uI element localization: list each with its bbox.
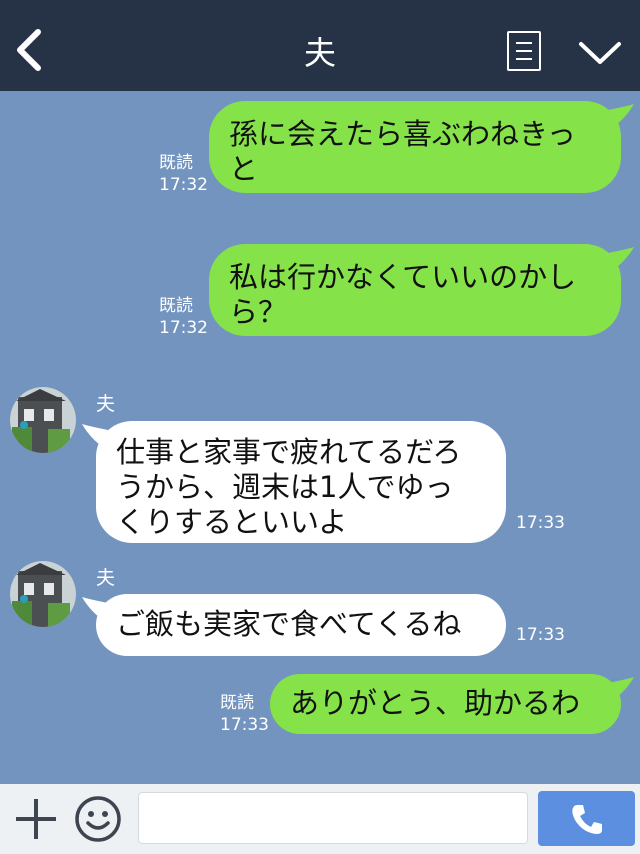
notes-icon[interactable] [507, 31, 541, 71]
message-bubble-sent: 私は行かなくていいのかし ら？ [209, 244, 621, 336]
avatar[interactable] [10, 387, 76, 453]
bubble-tail [82, 424, 108, 448]
bubble-tail [608, 104, 634, 128]
plus-icon[interactable] [14, 797, 58, 841]
read-receipt: 既読 [159, 153, 193, 173]
bubble-tail [82, 597, 108, 621]
message-time: 17:32 [159, 318, 208, 338]
message-text: 孫に会えたら喜ぶわねきっ [229, 117, 576, 151]
message-text: 私は行かなくていいのかし [229, 260, 577, 294]
avatar[interactable] [10, 561, 76, 627]
sender-name: 夫 [96, 567, 116, 589]
read-receipt: 既読 [159, 296, 193, 316]
smiley-icon[interactable] [74, 795, 122, 843]
message-time: 17:33 [516, 513, 565, 533]
message-text: ら？ [229, 295, 288, 329]
message-bubble-received: 仕事と家事で疲れてるだろ うから、週末は1人でゆっ くりするといいよ [96, 421, 506, 543]
avatar-image [10, 561, 76, 627]
message-text: ありがとう、助かるわ [290, 686, 581, 720]
chevron-down-icon [579, 42, 621, 64]
emoji-glyph [75, 796, 121, 842]
sender-name: 夫 [96, 393, 116, 415]
message-text: 仕事と家事で疲れてるだろ [116, 435, 462, 469]
message-time: 17:33 [516, 625, 565, 645]
phone-icon [572, 805, 602, 834]
call-button[interactable] [538, 791, 635, 846]
message-time: 17:32 [159, 175, 208, 195]
message-text: うから、週末は1人でゆっ [116, 470, 454, 504]
message-input[interactable] [138, 792, 528, 844]
message-bubble-received: ご飯も実家で食べてくるね [96, 594, 506, 656]
message-meta: 既読 17:33 [220, 692, 269, 736]
message-bubble-sent: ありがとう、助かるわ [270, 674, 621, 734]
message-text: と [229, 152, 259, 186]
chat-header: 夫 [0, 0, 640, 91]
message-time: 17:33 [220, 715, 269, 735]
bubble-tail [608, 247, 634, 271]
avatar-image [10, 387, 76, 453]
chat-title: 夫 [303, 34, 336, 72]
message-text: くりするといいよ [116, 505, 348, 539]
bubble-tail [608, 677, 634, 701]
menu-toggle-button[interactable] [578, 38, 622, 68]
read-receipt: 既読 [220, 693, 254, 713]
message-meta: 既読 17:32 [159, 152, 208, 196]
message-bubble-sent: 孫に会えたら喜ぶわねきっ と [209, 101, 621, 193]
message-meta: 既読 17:32 [159, 295, 208, 339]
message-text: ご飯も実家で食べてくるね [116, 607, 462, 641]
